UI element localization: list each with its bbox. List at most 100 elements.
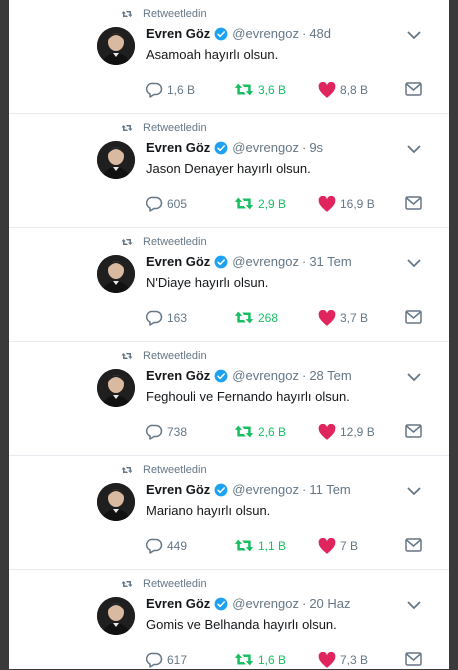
chevron-down-icon[interactable] — [407, 372, 421, 382]
direct-message-button[interactable] — [405, 652, 422, 666]
display-name[interactable]: Evren Göz — [146, 254, 210, 269]
envelope-icon — [405, 310, 422, 324]
user-handle[interactable]: @evrengoz — [232, 254, 299, 269]
timestamp[interactable]: 48d — [309, 26, 331, 41]
reply-count: 605 — [167, 197, 188, 211]
retweet-context-label: Retweetledin — [143, 464, 207, 476]
chevron-down-icon[interactable] — [407, 486, 421, 496]
retweet-icon — [234, 653, 254, 666]
user-handle[interactable]: @evrengoz — [232, 140, 299, 155]
reply-button[interactable]: 449 — [146, 538, 187, 554]
avatar[interactable] — [97, 483, 135, 521]
envelope-icon — [405, 196, 422, 210]
tweet-divider — [9, 341, 449, 342]
user-handle[interactable]: @evrengoz — [232, 482, 299, 497]
retweet-icon — [234, 425, 254, 438]
user-handle[interactable]: @evrengoz — [232, 368, 299, 383]
tweet[interactable]: Retweetledin Evren Göz @evrengoz · 11 Te… — [9, 464, 449, 570]
display-name[interactable]: Evren Göz — [146, 26, 210, 41]
retweet-context: Retweetledin — [121, 578, 207, 590]
display-name[interactable]: Evren Göz — [146, 482, 210, 497]
verified-badge-icon — [214, 369, 228, 382]
envelope-icon — [405, 424, 422, 438]
verified-badge-icon — [214, 27, 228, 40]
retweeted-icon — [121, 11, 133, 17]
retweet-button[interactable]: 1,6 B — [234, 652, 286, 667]
tweet[interactable]: Retweetledin Evren Göz @evrengoz · 9s Ja… — [9, 122, 449, 228]
timestamp[interactable]: 11 Tem — [309, 482, 350, 497]
direct-message-button[interactable] — [405, 538, 422, 552]
chevron-down-icon[interactable] — [407, 144, 421, 154]
reply-count: 738 — [167, 425, 188, 439]
heart-icon — [318, 424, 336, 440]
tweet[interactable]: Retweetledin Evren Göz @evrengoz · 20 Ha… — [9, 578, 449, 669]
reply-button[interactable]: 1,6 B — [146, 82, 195, 98]
user-handle[interactable]: @evrengoz — [232, 596, 299, 611]
chevron-down-icon[interactable] — [407, 600, 421, 610]
retweet-count: 268 — [258, 310, 279, 325]
timestamp[interactable]: 20 Haz — [309, 596, 350, 611]
tweet-text: Asamoah hayırlı olsun. — [146, 47, 279, 62]
reply-button[interactable]: 605 — [146, 196, 187, 212]
reply-button[interactable]: 738 — [146, 424, 187, 440]
retweet-button[interactable]: 2,9 B — [234, 196, 286, 211]
like-count: 8,8 B — [340, 83, 369, 97]
direct-message-button[interactable] — [405, 82, 422, 96]
tweet[interactable]: Retweetledin Evren Göz @evrengoz · 48d A… — [9, 8, 449, 114]
retweet-icon — [234, 311, 254, 324]
direct-message-button[interactable] — [405, 196, 422, 210]
tweet-divider — [9, 227, 449, 228]
like-button[interactable]: 12,9 B — [318, 424, 375, 440]
retweet-count: 1,6 B — [258, 652, 287, 667]
retweeted-icon — [121, 581, 133, 587]
reply-icon — [146, 196, 163, 212]
like-button[interactable]: 7 B — [318, 538, 358, 554]
retweet-icon — [234, 197, 254, 210]
chevron-down-icon[interactable] — [407, 258, 421, 268]
like-button[interactable]: 16,9 B — [318, 196, 375, 212]
display-name[interactable]: Evren Göz — [146, 596, 210, 611]
direct-message-button[interactable] — [405, 310, 422, 324]
display-name[interactable]: Evren Göz — [146, 140, 210, 155]
tweet-actions: 163 268 3,7 B — [146, 310, 422, 328]
reply-count: 449 — [167, 539, 188, 553]
reply-button[interactable]: 617 — [146, 652, 187, 668]
retweet-context-label: Retweetledin — [143, 122, 207, 134]
tweet[interactable]: Retweetledin Evren Göz @evrengoz · 28 Te… — [9, 350, 449, 456]
separator: · — [301, 26, 307, 41]
timestamp[interactable]: 28 Tem — [309, 368, 351, 383]
chevron-down-icon[interactable] — [407, 30, 421, 40]
avatar[interactable] — [97, 369, 135, 407]
retweeted-icon — [121, 239, 133, 245]
avatar[interactable] — [97, 255, 135, 293]
retweeted-icon — [121, 125, 133, 131]
heart-icon — [318, 652, 336, 668]
like-button[interactable]: 8,8 B — [318, 82, 368, 98]
tweet-text: N'Diaye hayırlı olsun. — [146, 275, 269, 290]
user-handle[interactable]: @evrengoz — [232, 26, 299, 41]
tweet[interactable]: Retweetledin Evren Göz @evrengoz · 31 Te… — [9, 236, 449, 342]
retweet-button[interactable]: 3,6 B — [234, 82, 286, 97]
retweet-context: Retweetledin — [121, 464, 207, 476]
like-button[interactable]: 7,3 B — [318, 652, 368, 668]
avatar[interactable] — [97, 597, 135, 635]
tweet-header: Evren Göz @evrengoz · 9s — [146, 140, 323, 155]
tweet-divider — [9, 569, 449, 570]
reply-icon — [146, 310, 163, 326]
tweet-text: Gomis ve Belhanda hayırlı olsun. — [146, 617, 337, 632]
retweet-button[interactable]: 1,1 B — [234, 538, 286, 553]
like-button[interactable]: 3,7 B — [318, 310, 368, 326]
separator: · — [301, 368, 307, 383]
tweet-header: Evren Göz @evrengoz · 31 Tem — [146, 254, 352, 269]
timestamp[interactable]: 31 Tem — [309, 254, 351, 269]
timestamp[interactable]: 9s — [309, 140, 323, 155]
reply-button[interactable]: 163 — [146, 310, 187, 326]
retweet-context: Retweetledin — [121, 236, 207, 248]
display-name[interactable]: Evren Göz — [146, 368, 210, 383]
direct-message-button[interactable] — [405, 424, 422, 438]
timeline: Retweetledin Evren Göz @evrengoz · 48d A… — [9, 0, 449, 669]
avatar[interactable] — [97, 141, 135, 179]
retweet-button[interactable]: 268 — [234, 310, 278, 325]
avatar[interactable] — [97, 27, 135, 65]
retweet-button[interactable]: 2,6 B — [234, 424, 286, 439]
